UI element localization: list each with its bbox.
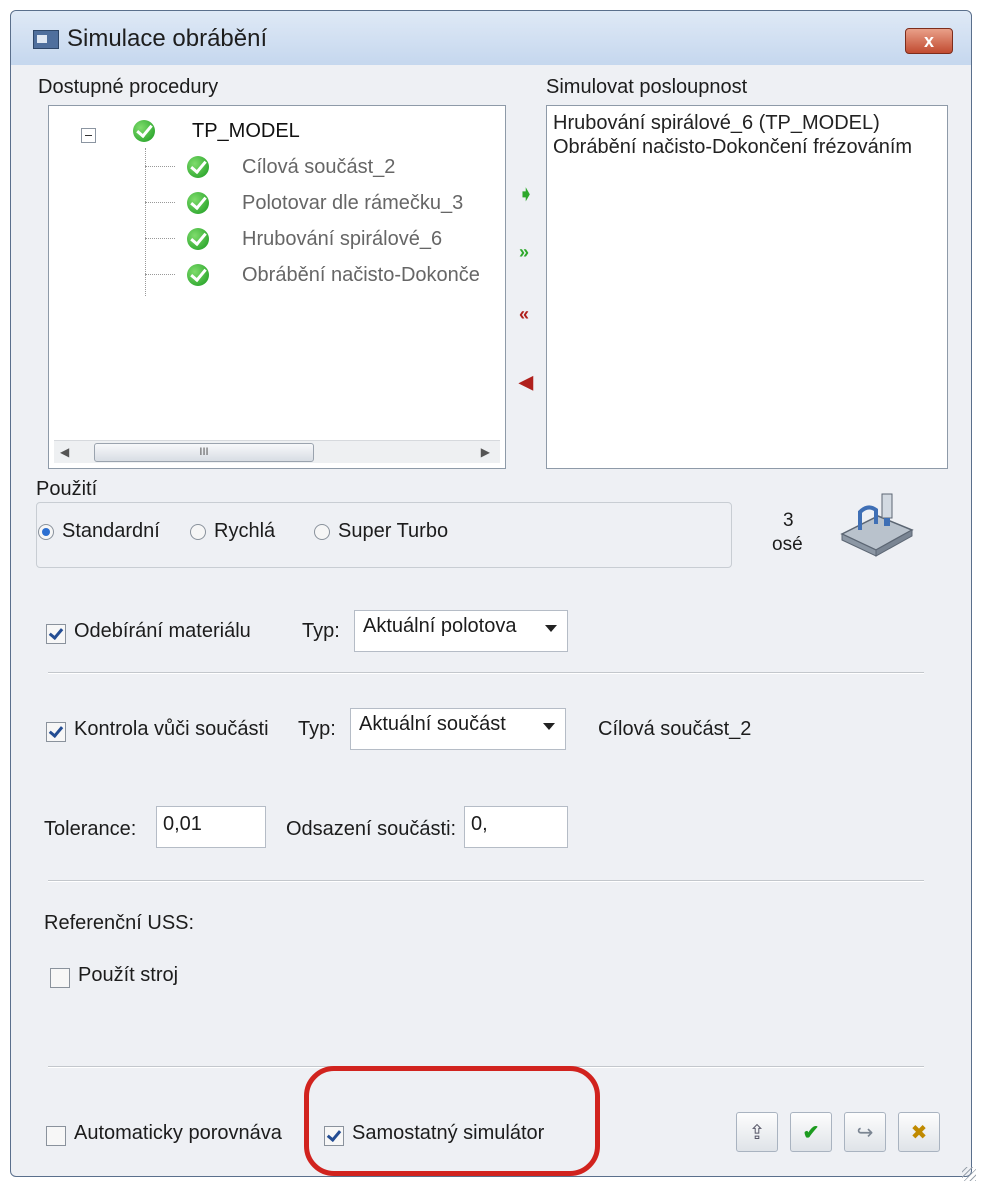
title-bar: Simulace obrábění x — [11, 11, 971, 65]
radio-fast[interactable] — [190, 524, 206, 540]
part-check-type-value: Aktuální součást — [359, 713, 506, 735]
tree-connector — [145, 202, 175, 203]
close-button[interactable]: x — [905, 28, 953, 54]
sequence-item[interactable]: Obrábění načisto-Dokončení frézováním — [553, 136, 945, 159]
tree-item[interactable]: Obrábění načisto-Dokonče — [242, 264, 504, 287]
axes-unit: osé — [772, 534, 803, 555]
scroll-left-icon[interactable]: ◀ — [60, 441, 69, 463]
use-machine-label[interactable]: Použít stroj — [78, 964, 178, 987]
radio-standard-label[interactable]: Standardní — [62, 520, 160, 543]
chevron-down-icon — [545, 625, 557, 632]
material-type-dropdown[interactable]: Aktuální polotova — [354, 610, 568, 652]
part-check-label[interactable]: Kontrola vůči součásti — [74, 718, 269, 741]
use-machine-checkbox[interactable] — [50, 968, 70, 988]
tree-item[interactable]: Cílová součást_2 — [242, 156, 395, 179]
export-icon: ⇪ — [748, 1122, 766, 1144]
tree-connector — [145, 238, 175, 239]
separator — [48, 672, 924, 674]
tolerance-input[interactable]: 0,01 — [156, 806, 266, 848]
resize-grip-icon[interactable] — [962, 1167, 976, 1181]
available-procedures-label: Dostupné procedury — [38, 76, 219, 98]
scroll-right-icon[interactable]: ▶ — [481, 441, 490, 463]
cancel-icon: ✖ — [910, 1122, 928, 1144]
radio-super-turbo[interactable] — [314, 524, 330, 540]
part-check-type-dropdown[interactable]: Aktuální součást — [350, 708, 566, 750]
status-check-icon — [187, 156, 209, 178]
offset-label: Odsazení součásti: — [286, 818, 457, 840]
checkmark-icon: ✔ — [802, 1122, 820, 1144]
tree-item[interactable]: Hrubování spirálové_6 — [242, 228, 442, 251]
axes-number: 3 — [783, 510, 794, 531]
usage-label: Použití — [36, 478, 98, 500]
cancel-button[interactable]: ✖ — [898, 1112, 940, 1152]
ok-button[interactable]: ✔ — [790, 1112, 832, 1152]
target-part-name: Cílová součást_2 — [598, 718, 752, 740]
part-check-checkbox[interactable] — [46, 722, 66, 742]
remove-all-arrows-icon[interactable]: « — [512, 302, 536, 326]
red-highlight-annotation — [304, 1066, 600, 1176]
material-type-label: Typ: — [302, 620, 340, 642]
export-button[interactable]: ⇪ — [736, 1112, 778, 1152]
material-removal-label[interactable]: Odebírání materiálu — [74, 620, 251, 643]
status-check-icon — [187, 264, 209, 286]
status-check-icon — [187, 192, 209, 214]
sequence-list[interactable]: Hrubování spirálové_6 (TP_MODEL) Obráběn… — [546, 105, 948, 469]
offset-input[interactable]: 0, — [464, 806, 568, 848]
window-icon — [33, 30, 59, 49]
status-check-icon — [187, 228, 209, 250]
sequence-label: Simulovat posloupnost — [546, 76, 748, 98]
radio-standard[interactable] — [38, 524, 54, 540]
status-check-icon — [133, 120, 155, 142]
apply-button[interactable]: ↪ — [844, 1112, 886, 1152]
window-title: Simulace obrábění — [67, 25, 268, 52]
chevron-down-icon — [543, 723, 555, 730]
separator — [48, 880, 924, 882]
scroll-thumb[interactable]: III — [94, 443, 314, 462]
sequence-item[interactable]: Hrubování spirálové_6 (TP_MODEL) — [553, 112, 880, 135]
add-arrow-icon[interactable]: ➧ — [514, 182, 538, 206]
tolerance-label: Tolerance: — [44, 818, 137, 840]
material-removal-checkbox[interactable] — [46, 624, 66, 644]
reference-uss-label: Referenční USS: — [44, 912, 195, 934]
radio-fast-label[interactable]: Rychlá — [214, 520, 275, 543]
auto-compare-checkbox[interactable] — [46, 1126, 66, 1146]
horizontal-scrollbar[interactable]: ◀ III ▶ — [54, 440, 500, 463]
tree-item[interactable]: Polotovar dle rámečku_3 — [242, 192, 463, 215]
remove-arrow-icon[interactable]: ◀ — [514, 370, 538, 394]
part-check-type-label: Typ: — [298, 718, 336, 740]
add-all-arrows-icon[interactable]: » — [512, 240, 536, 264]
radio-super-turbo-label[interactable]: Super Turbo — [338, 520, 448, 543]
tree-connector — [145, 274, 175, 275]
available-procedures-tree[interactable]: TP_MODEL Cílová součást_2 Polotovar dle … — [48, 105, 506, 469]
3-axis-machine-icon[interactable] — [838, 492, 914, 558]
tree-connector — [145, 166, 175, 167]
tree-root-item[interactable]: TP_MODEL — [192, 120, 300, 143]
material-type-value: Aktuální polotova — [363, 615, 517, 637]
check-arrow-icon: ↪ — [856, 1122, 874, 1144]
auto-compare-label[interactable]: Automaticky porovnáva — [74, 1122, 282, 1145]
collapse-icon[interactable] — [81, 128, 96, 143]
